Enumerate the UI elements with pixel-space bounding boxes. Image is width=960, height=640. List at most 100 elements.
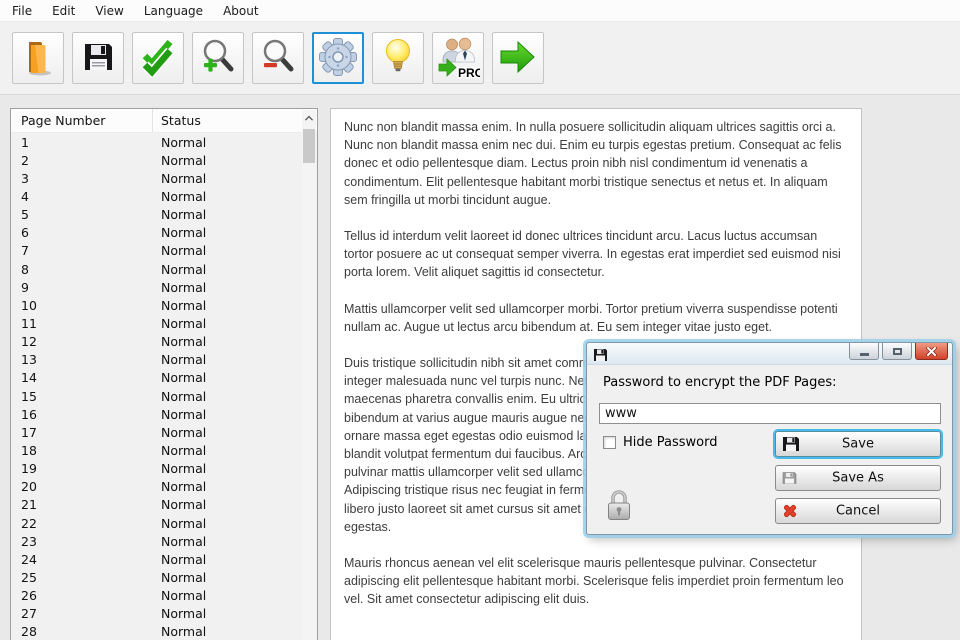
page-list-row[interactable]: 3 Normal bbox=[11, 169, 301, 187]
page-list-row[interactable]: 14 Normal bbox=[11, 369, 301, 387]
padlock-icon bbox=[605, 488, 633, 526]
page-number-cell: 21 bbox=[21, 497, 37, 513]
zoom-out-button[interactable] bbox=[252, 32, 304, 84]
status-cell: Normal bbox=[161, 152, 207, 168]
dialog-body: Password to encrypt the PDF Pages: Hide … bbox=[587, 365, 952, 535]
cancel-button[interactable]: Cancel bbox=[775, 498, 941, 524]
status-cell: Normal bbox=[161, 352, 207, 368]
page-list-row[interactable]: 27 Normal bbox=[11, 605, 301, 623]
scroll-up-arrow-icon[interactable] bbox=[302, 110, 316, 126]
page-list-row[interactable]: 11 Normal bbox=[11, 314, 301, 332]
settings-button[interactable] bbox=[312, 32, 364, 84]
menu-item-about[interactable]: About bbox=[213, 1, 268, 21]
page-list-row[interactable]: 26 Normal bbox=[11, 587, 301, 605]
page-list-row[interactable]: 17 Normal bbox=[11, 423, 301, 441]
open-button[interactable] bbox=[12, 32, 64, 84]
page-list-row[interactable]: 16 Normal bbox=[11, 405, 301, 423]
status-cell: Normal bbox=[161, 406, 207, 422]
status-cell: Normal bbox=[161, 334, 207, 350]
page-list-row[interactable]: 10 Normal bbox=[11, 296, 301, 314]
hide-password-checkbox-row: Hide Password bbox=[603, 435, 718, 450]
page-list-row[interactable]: 20 Normal bbox=[11, 478, 301, 496]
page-list-row[interactable]: 8 Normal bbox=[11, 260, 301, 278]
save-button[interactable] bbox=[72, 32, 124, 84]
page-list-row[interactable]: 24 Normal bbox=[11, 550, 301, 568]
page-list-row[interactable]: 5 Normal bbox=[11, 206, 301, 224]
page-list-row[interactable]: 13 Normal bbox=[11, 351, 301, 369]
page-number-cell: 13 bbox=[21, 352, 37, 368]
maximize-button[interactable] bbox=[882, 343, 912, 360]
page-list-row[interactable]: 12 Normal bbox=[11, 333, 301, 351]
page-number-cell: 17 bbox=[21, 424, 37, 440]
save-as-button-label: Save As bbox=[832, 470, 884, 486]
next-button[interactable] bbox=[492, 32, 544, 84]
page-list-scrollbar[interactable] bbox=[302, 110, 316, 640]
save-as-button[interactable]: Save As bbox=[775, 465, 941, 491]
save-button[interactable]: Save bbox=[775, 431, 941, 457]
hide-password-label: Hide Password bbox=[623, 435, 718, 450]
tips-button[interactable] bbox=[372, 32, 424, 84]
page-number-cell: 12 bbox=[21, 334, 37, 350]
status-cell: Normal bbox=[161, 225, 207, 241]
menu-item-view[interactable]: View bbox=[85, 1, 133, 21]
page-list-row[interactable]: 23 Normal bbox=[11, 532, 301, 550]
page-list-row[interactable]: 18 Normal bbox=[11, 441, 301, 459]
document-paragraph: Nunc non blandit massa enim. In nulla po… bbox=[344, 120, 842, 207]
users-pro-icon: PRO bbox=[436, 35, 486, 82]
floppy-disk-icon bbox=[78, 37, 118, 80]
page-list-row[interactable]: 1 Normal bbox=[11, 133, 301, 151]
pro-upgrade-button[interactable]: PRO bbox=[432, 32, 486, 84]
close-icon bbox=[926, 344, 937, 359]
status-cell: Normal bbox=[161, 170, 207, 186]
page-list-row[interactable]: 7 Normal bbox=[11, 242, 301, 260]
minimize-icon bbox=[859, 352, 869, 356]
hide-password-checkbox[interactable] bbox=[603, 436, 616, 449]
page-list-row[interactable]: 9 Normal bbox=[11, 278, 301, 296]
page-number-cell: 15 bbox=[21, 388, 37, 404]
status-cell: Normal bbox=[161, 588, 207, 604]
page-list-row[interactable]: 21 Normal bbox=[11, 496, 301, 514]
column-header-page-number[interactable]: Page Number bbox=[11, 109, 153, 132]
page-number-cell: 24 bbox=[21, 551, 37, 567]
status-cell: Normal bbox=[161, 315, 207, 331]
status-cell: Normal bbox=[161, 551, 207, 567]
status-cell: Normal bbox=[161, 533, 207, 549]
page-list-row[interactable]: 22 Normal bbox=[11, 514, 301, 532]
status-cell: Normal bbox=[161, 261, 207, 277]
scrollbar-thumb[interactable] bbox=[303, 129, 315, 163]
menu-item-file[interactable]: File bbox=[2, 1, 42, 21]
status-cell: Normal bbox=[161, 624, 207, 640]
menu-bar: File Edit View Language About bbox=[0, 0, 960, 22]
column-header-status[interactable]: Status bbox=[153, 113, 301, 128]
page-number-cell: 19 bbox=[21, 461, 37, 477]
page-list-row[interactable]: 4 Normal bbox=[11, 187, 301, 205]
page-list-row[interactable]: 19 Normal bbox=[11, 460, 301, 478]
dialog-title-bar[interactable] bbox=[587, 343, 952, 365]
status-cell: Normal bbox=[161, 370, 207, 386]
page-list-row[interactable]: 2 Normal bbox=[11, 151, 301, 169]
page-number-cell: 6 bbox=[21, 225, 29, 241]
minimize-button[interactable] bbox=[849, 343, 879, 360]
status-cell: Normal bbox=[161, 569, 207, 585]
page-list-row[interactable]: 6 Normal bbox=[11, 224, 301, 242]
menu-item-edit[interactable]: Edit bbox=[42, 1, 85, 21]
maximize-icon bbox=[892, 347, 902, 355]
page-number-cell: 4 bbox=[21, 188, 29, 204]
status-cell: Normal bbox=[161, 243, 207, 259]
page-number-cell: 11 bbox=[21, 315, 37, 331]
page-list-row[interactable]: 25 Normal bbox=[11, 568, 301, 586]
page-number-cell: 8 bbox=[21, 261, 29, 277]
page-number-cell: 25 bbox=[21, 569, 37, 585]
status-cell: Normal bbox=[161, 479, 207, 495]
zoom-in-button[interactable] bbox=[192, 32, 244, 84]
status-cell: Normal bbox=[161, 207, 207, 223]
page-number-cell: 14 bbox=[21, 370, 37, 386]
page-list-row[interactable]: 28 Normal bbox=[11, 623, 301, 640]
menu-item-language[interactable]: Language bbox=[134, 1, 213, 21]
apply-button[interactable] bbox=[132, 32, 184, 84]
magnifier-minus-icon bbox=[258, 37, 298, 80]
status-cell: Normal bbox=[161, 515, 207, 531]
close-button[interactable] bbox=[915, 343, 948, 360]
page-list-row[interactable]: 15 Normal bbox=[11, 387, 301, 405]
password-input[interactable] bbox=[599, 403, 941, 424]
